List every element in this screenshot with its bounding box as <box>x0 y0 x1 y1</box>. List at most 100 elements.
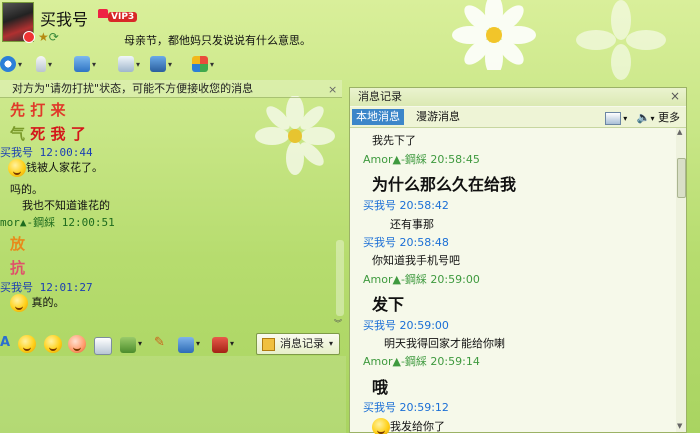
chat-message-text: 钱被人家花了。 <box>26 161 103 174</box>
chevron-down-icon[interactable]: ▾ <box>621 114 627 123</box>
notice-text: 对方为"请勿打扰"状态，可能不方便接收您的消息 <box>12 82 254 95</box>
chat-sender: 买我号 12:01:27 <box>0 281 93 294</box>
chevron-down-icon[interactable]: ▾ <box>329 334 333 354</box>
chevron-down-icon[interactable]: ▾ <box>230 339 234 348</box>
scroll-down-icon[interactable]: ▼ <box>677 422 682 430</box>
chevron-down-icon: ▾ <box>210 59 215 69</box>
shake-icon[interactable]: ✎ <box>154 335 165 350</box>
speaker-icon[interactable]: 🔈 <box>637 111 651 124</box>
apps-grid-icon <box>192 56 208 72</box>
status-icons: ★⟳ <box>38 30 59 44</box>
message-history-label: 消息记录 <box>280 337 324 350</box>
chevron-down-icon: ▾ <box>92 59 97 69</box>
history-sender: 买我号 20:58:42 <box>363 199 449 212</box>
avatar[interactable] <box>2 2 35 43</box>
status-notice: 对方为"请勿打扰"状态，可能不方便接收您的消息 <box>0 80 342 98</box>
microphone-icon <box>36 56 46 72</box>
chat-message: 我也不知道谁花的 <box>22 199 110 212</box>
history-message: 我发给你了 <box>372 418 445 434</box>
chat-line-big: 抗 <box>10 259 26 277</box>
smiley-icon <box>8 159 26 177</box>
chat-scrollbar[interactable] <box>336 240 344 316</box>
history-message: 你知道我手机号吧 <box>372 254 460 267</box>
contact-signature: 母亲节，都他妈只发说说有什么意思。 <box>124 34 311 47</box>
star-icon[interactable]: ★ <box>38 30 49 44</box>
vip-badge[interactable]: VIP3 <box>108 12 138 22</box>
tab-roaming-messages[interactable]: 漫游消息 <box>412 109 464 125</box>
notice-close-icon[interactable]: × <box>328 83 337 96</box>
scroll-up-icon[interactable]: ▲ <box>677 128 682 136</box>
chat-message: 真的。 <box>10 294 65 312</box>
flower-decoration <box>576 0 666 80</box>
screen-share-icon[interactable] <box>178 337 194 353</box>
history-message: 我先下了 <box>372 134 416 147</box>
red-packet-icon[interactable] <box>212 337 228 353</box>
chat-line-text: 死 我 了 <box>30 125 86 143</box>
wink-icon[interactable] <box>68 335 86 353</box>
history-sender: 买我号 20:58:48 <box>363 236 449 249</box>
chevron-down-icon: ▾ <box>168 59 173 69</box>
message-history-panel: 消息记录 × 本地消息 漫游消息 ▾ 🔈▾ 更多 我先下了 Amor▲-鋼綵 2… <box>349 87 687 434</box>
history-scrollbar[interactable]: ▲ ▼ <box>676 128 686 432</box>
scroll-down-icon[interactable]: ︾ <box>334 318 342 329</box>
history-message-big: 为什么那么久在给我 <box>372 175 517 194</box>
video-icon <box>0 56 16 72</box>
scrollbar-thumb[interactable] <box>677 158 686 198</box>
chat-line-big: 先 打 来 <box>10 101 66 119</box>
more-button[interactable]: 更多 <box>658 111 680 124</box>
font-icon[interactable]: A <box>0 335 10 350</box>
folder-icon <box>74 56 90 72</box>
screenshot-icon[interactable] <box>94 337 112 355</box>
chat-history-area: 先 打 来 气 死 我 了 买我号 12:00:44 钱被人家花了。 吗的。 我… <box>0 97 336 322</box>
chat-line-big: 放 <box>10 235 26 253</box>
chat-message-text: 真的。 <box>31 296 65 309</box>
history-sender: Amor▲-鋼綵 20:59:14 <box>363 355 480 368</box>
contact-nickname: 买我号 <box>40 10 89 29</box>
chevron-down-icon[interactable]: ▾ <box>196 339 200 348</box>
history-list: 我先下了 Amor▲-鋼綵 20:58:45 为什么那么久在给我 买我号 20:… <box>350 128 676 434</box>
image-icon[interactable] <box>120 337 136 353</box>
chat-sender: mor▲-鋼綵 12:00:51 <box>0 216 115 229</box>
history-tools: ▾ 🔈▾ 更多 <box>604 109 680 125</box>
chevron-down-icon[interactable]: ▾ <box>138 339 142 348</box>
panel-title-bar: 消息记录 <box>350 88 686 106</box>
history-sender: 买我号 20:59:00 <box>363 319 449 332</box>
remote-desktop-button[interactable]: ▾ <box>150 54 172 74</box>
monitor-icon <box>150 56 166 72</box>
voice-call-button[interactable]: ▾ <box>36 54 52 74</box>
panel-title: 消息记录 <box>358 90 402 103</box>
chevron-down-icon: ▾ <box>18 59 23 69</box>
create-group-button[interactable]: ▾ <box>118 54 140 74</box>
panel-close-icon[interactable]: × <box>670 89 680 103</box>
history-sender: Amor▲-鋼綵 20:59:00 <box>363 273 480 286</box>
history-message-text: 我发给你了 <box>390 420 445 433</box>
magic-emoji-icon[interactable] <box>44 335 62 353</box>
message-history-button[interactable]: 消息记录 ▾ <box>256 333 340 355</box>
history-message-big: 发下 <box>372 295 405 314</box>
smiley-icon <box>372 418 390 434</box>
file-transfer-button[interactable]: ▾ <box>74 54 96 74</box>
chevron-down-icon[interactable]: ▾ <box>650 114 654 123</box>
flower-decoration <box>452 0 536 70</box>
history-icon <box>262 338 275 351</box>
smiley-icon <box>10 294 28 312</box>
video-call-button[interactable]: ▾ <box>0 54 22 74</box>
chevron-down-icon: ▾ <box>48 59 53 69</box>
chat-message: 钱被人家花了。 <box>8 159 103 177</box>
view-mode-icon[interactable] <box>604 111 621 125</box>
crown-icon <box>98 9 108 18</box>
chevron-down-icon: ▾ <box>136 59 141 69</box>
refresh-icon[interactable]: ⟳ <box>49 30 59 44</box>
emoji-icon[interactable] <box>18 335 36 353</box>
add-chat-icon <box>118 56 134 72</box>
history-sender: Amor▲-鋼綵 20:58:45 <box>363 153 480 166</box>
message-input[interactable] <box>0 356 346 433</box>
chat-message: 吗的。 <box>10 183 43 196</box>
history-message: 明天我得回家才能给你喇 <box>384 337 505 350</box>
chat-line-prefix: 气 <box>10 125 26 143</box>
history-message: 还有事那 <box>390 218 434 231</box>
history-sender: 买我号 20:59:12 <box>363 401 449 414</box>
history-message-big: 哦 <box>372 378 389 397</box>
apps-button[interactable]: ▾ <box>192 54 214 74</box>
tab-local-messages[interactable]: 本地消息 <box>352 109 404 125</box>
